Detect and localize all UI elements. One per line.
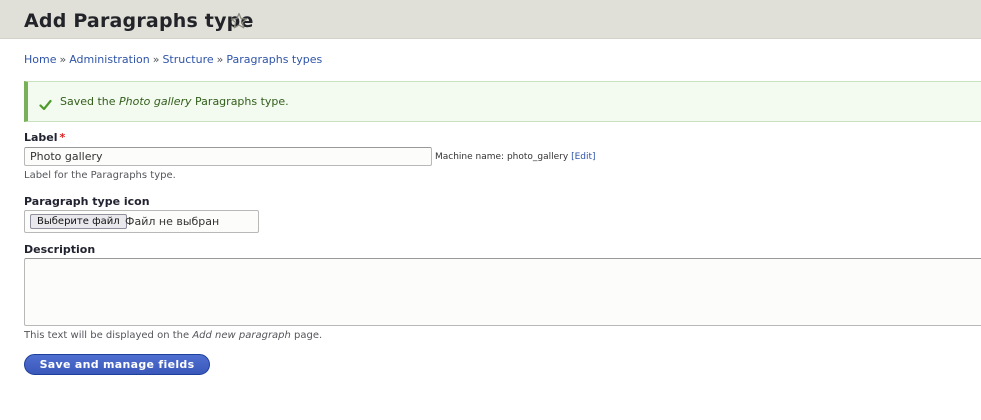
description-help-emphasis: Add new paragraph — [192, 330, 291, 341]
breadcrumb-administration[interactable]: Administration — [69, 53, 150, 66]
description-textarea[interactable] — [24, 258, 981, 326]
machine-name-edit-link[interactable]: [Edit] — [571, 152, 595, 162]
icon-file-input[interactable]: Выберите файл Файл не выбран — [24, 210, 259, 233]
machine-name: Machine name: photo_gallery [Edit] — [435, 152, 596, 162]
status-message: Saved the Photo gallery Paragraphs type. — [24, 81, 981, 122]
label-input[interactable] — [24, 147, 432, 166]
description-help-suffix: page. — [290, 330, 323, 341]
description-field-label: Description — [24, 243, 96, 256]
required-marker: * — [59, 131, 66, 144]
description-help-prefix: This text will be displayed on the — [24, 330, 193, 341]
machine-name-text: Machine name: photo_gallery — [435, 152, 569, 162]
label-field-help: Label for the Paragraphs type. — [24, 170, 176, 181]
breadcrumb: Home» Administration» Structure» Paragraphs… — [24, 53, 322, 66]
label-field-label: Label * — [24, 131, 65, 144]
check-icon — [39, 96, 52, 111]
edit-bracket-close: ] — [592, 152, 596, 162]
description-field-help: This text will be displayed on the Add n… — [24, 330, 322, 341]
star-icon[interactable] — [230, 12, 248, 30]
file-status: Файл не выбран — [125, 215, 220, 228]
message-emphasis: Photo gallery — [119, 95, 192, 108]
breadcrumb-separator: » — [59, 53, 67, 66]
message-prefix: Saved the — [60, 95, 120, 108]
page-header: Add Paragraphs type — [0, 0, 981, 39]
breadcrumb-paragraphs-types[interactable]: Paragraphs types — [226, 53, 322, 66]
label-field-label-text: Label — [24, 131, 58, 144]
page-title: Add Paragraphs type — [24, 10, 254, 32]
breadcrumb-home[interactable]: Home — [24, 53, 56, 66]
breadcrumb-separator: » — [152, 53, 160, 66]
breadcrumb-structure[interactable]: Structure — [162, 53, 213, 66]
breadcrumb-separator: » — [216, 53, 224, 66]
message-suffix: Paragraphs type. — [191, 95, 289, 108]
status-message-text: Saved the Photo gallery Paragraphs type. — [60, 95, 289, 108]
save-and-manage-fields-button[interactable]: Save and manage fields — [24, 354, 210, 375]
edit-link-label: Edit — [574, 152, 593, 162]
icon-field-label: Paragraph type icon — [24, 195, 150, 208]
choose-file-button[interactable]: Выберите файл — [30, 214, 127, 229]
